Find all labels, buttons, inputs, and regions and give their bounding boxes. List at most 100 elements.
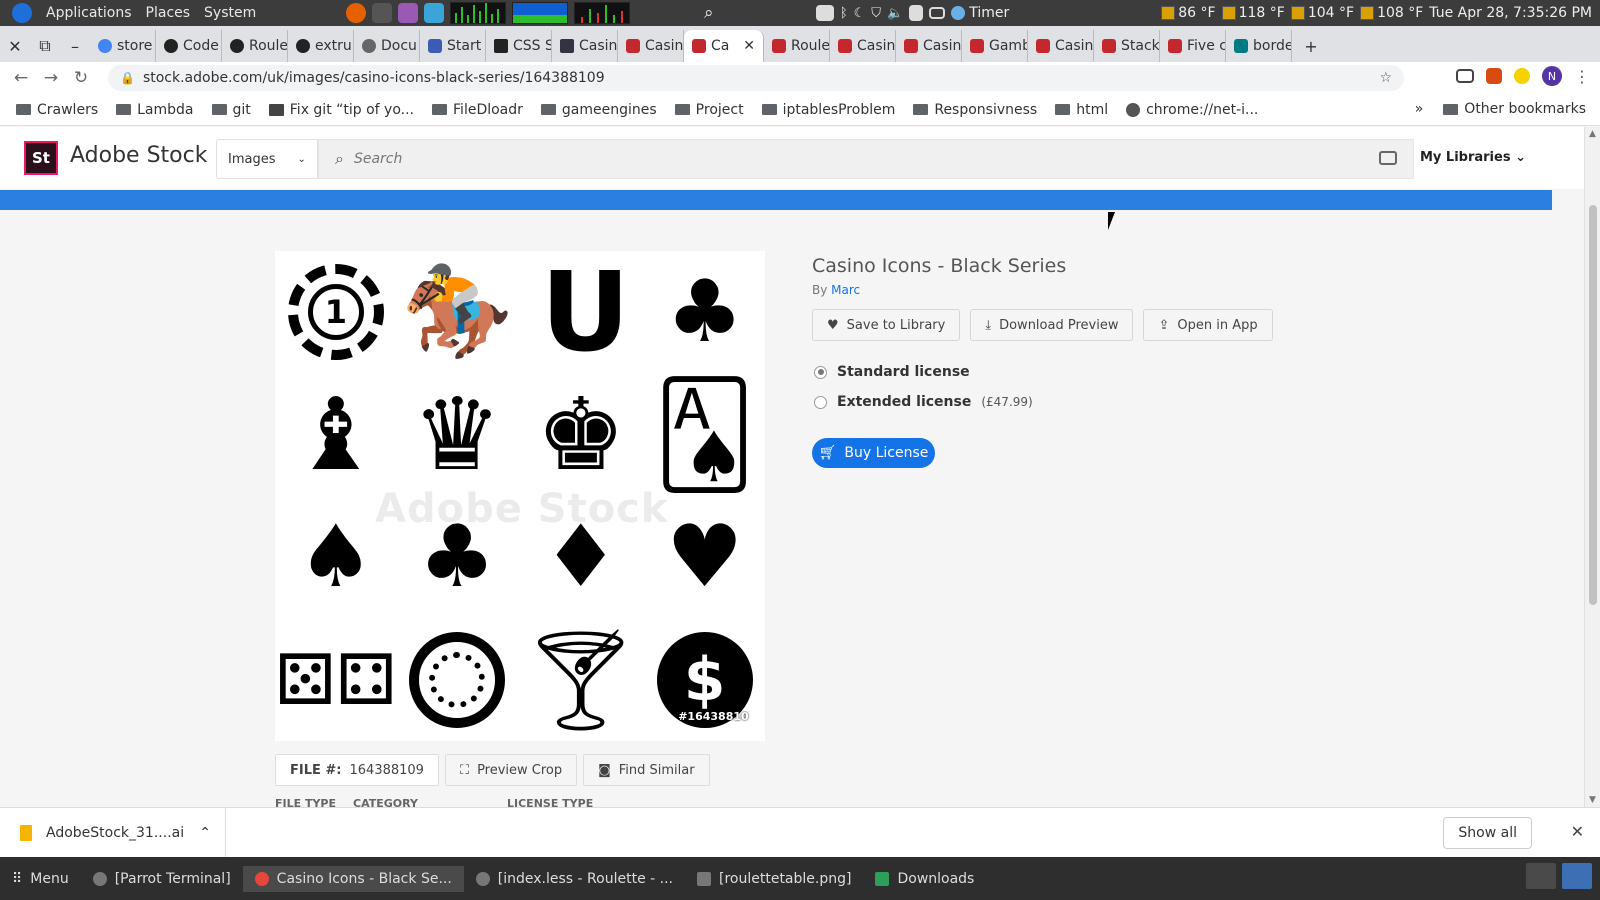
author-link[interactable]: Marc	[831, 283, 860, 297]
night-mode-icon[interactable]: ☾	[854, 6, 866, 21]
bookmarks-overflow[interactable]: »	[1415, 101, 1424, 117]
back-icon[interactable]: ←	[6, 68, 36, 88]
tab[interactable]: Stack	[1094, 30, 1160, 62]
bookmark-folder[interactable]: Project	[674, 102, 744, 118]
url-field[interactable]: 🔒 stock.adobe.com/uk/images/casino-icons…	[108, 65, 1404, 91]
start-menu-button[interactable]: ⠿ Menu	[0, 866, 81, 892]
volume-icon[interactable]: 🔈	[887, 6, 903, 21]
app-purple-icon[interactable]	[398, 3, 419, 23]
scroll-up-icon: ▲	[1589, 129, 1596, 139]
taskbar-item[interactable]: Downloads	[863, 866, 986, 892]
timer-applet[interactable]: Timer	[951, 5, 1009, 21]
close-tab-icon[interactable]: ✕	[743, 38, 755, 54]
other-bookmarks[interactable]: Other bookmarks	[1443, 101, 1586, 117]
close-icon[interactable]: ✕	[1571, 822, 1584, 841]
taskbar-item[interactable]: [Parrot Terminal]	[81, 866, 243, 892]
download-preview-button[interactable]: ⤓ Download Preview	[970, 309, 1134, 341]
network-graph	[574, 2, 631, 24]
camera-icon[interactable]	[1379, 151, 1397, 165]
download-item[interactable]: AdobeStock_31....ai ⌃	[0, 807, 226, 858]
license-extended[interactable]: Extended license (£47.99)	[814, 394, 1033, 410]
tab[interactable]: Start	[420, 30, 486, 62]
tab-active[interactable]: Ca ✕	[684, 30, 764, 62]
screenshot-tray-icon[interactable]	[1526, 863, 1556, 889]
taskbar-item[interactable]: [index.less - Roulette - ...	[464, 866, 685, 892]
license-standard[interactable]: Standard license	[814, 364, 1033, 380]
open-in-app-button[interactable]: ⇪ Open in App	[1143, 309, 1273, 341]
scroll-thumb[interactable]	[1589, 205, 1597, 605]
bookmark-folder[interactable]: Lambda	[116, 102, 194, 118]
asset-type-select[interactable]: Images ⌄	[216, 139, 318, 179]
adobe-stock-logo[interactable]: St	[24, 141, 58, 175]
terminal-icon[interactable]	[372, 3, 393, 23]
profile-avatar[interactable]: N	[1542, 66, 1562, 86]
bookmark-folder[interactable]: FileDloadr	[432, 102, 523, 118]
taskbar-item[interactable]: [roulettetable.png]	[685, 866, 863, 892]
extension-yellow-icon[interactable]	[1514, 68, 1530, 84]
preview-crop-button[interactable]: ⛶ Preview Crop	[444, 754, 578, 786]
bookmark-folder[interactable]: git	[211, 102, 251, 118]
tab[interactable]: Casin	[1028, 30, 1094, 62]
clipboard-icon[interactable]	[909, 5, 924, 21]
brand-name[interactable]: Adobe Stock	[70, 143, 207, 168]
tab[interactable]: Casin	[830, 30, 896, 62]
tab[interactable]: Roule	[222, 30, 288, 62]
tab[interactable]: Casin	[552, 30, 618, 62]
menu-places[interactable]: Places	[146, 5, 191, 21]
tab[interactable]: Docu	[354, 30, 420, 62]
reload-icon[interactable]: ↻	[66, 68, 96, 88]
radio-unselected[interactable]	[814, 395, 827, 409]
app-blue-icon[interactable]	[424, 3, 445, 23]
parrot-logo-icon[interactable]	[12, 3, 32, 23]
menu-applications[interactable]: Applications	[46, 5, 132, 21]
buy-license-button[interactable]: 🛒︎ Buy License	[812, 438, 935, 468]
bookmark-folder[interactable]: gameengines	[540, 102, 657, 118]
find-similar-button[interactable]: ◙ Find Similar	[583, 754, 710, 786]
folder-icon	[761, 104, 777, 115]
tab[interactable]: borde	[1226, 30, 1292, 62]
clock[interactable]: Tue Apr 28, 7:35:26 PM	[1429, 5, 1592, 21]
bookmark-link[interactable]: chrome://net-i...	[1126, 102, 1258, 118]
tab[interactable]: Casin	[618, 30, 684, 62]
browser-menu-icon[interactable]: ⋮	[1574, 67, 1590, 86]
my-libraries-menu[interactable]: My Libraries ⌄	[1420, 150, 1526, 165]
search-icon: ⌕	[335, 149, 344, 168]
tab[interactable]: extru	[288, 30, 354, 62]
search-input[interactable]: ⌕ Search	[318, 139, 1414, 179]
cast-icon[interactable]	[1456, 69, 1474, 83]
minimize-window-icon[interactable]: –	[60, 30, 90, 62]
screenshot-icon[interactable]	[815, 5, 834, 21]
bluetooth-icon[interactable]: ᛒ	[840, 6, 848, 21]
firefox-icon[interactable]	[346, 3, 367, 23]
shield-icon[interactable]: ⛉	[871, 6, 881, 21]
new-tab-button[interactable]: +	[1292, 30, 1330, 62]
tab[interactable]: Casin	[896, 30, 962, 62]
bookmark-folder[interactable]: Crawlers	[16, 102, 98, 118]
tab[interactable]: Roule	[764, 30, 830, 62]
bookmark-folder[interactable]: Responsivness	[913, 102, 1037, 118]
restore-window-icon[interactable]: ⧉	[30, 30, 60, 62]
chrome-tray-icon[interactable]	[1562, 863, 1592, 889]
forward-icon[interactable]: →	[36, 68, 66, 88]
extension-icon[interactable]	[1486, 68, 1502, 84]
tab[interactable]: CSS S	[486, 30, 552, 62]
save-to-library-button[interactable]: ♥ Save to Library	[812, 309, 961, 341]
star-icon[interactable]: ☆	[1379, 70, 1392, 86]
search-icon[interactable]: ⌕	[704, 3, 714, 23]
tab[interactable]: Five c	[1160, 30, 1226, 62]
tab[interactable]: store	[90, 30, 156, 62]
bookmark-folder[interactable]: iptablesProblem	[761, 102, 895, 118]
menu-system[interactable]: System	[204, 5, 256, 21]
bookmark-folder[interactable]: html	[1055, 102, 1108, 118]
show-all-button[interactable]: Show all	[1443, 817, 1532, 849]
page-scrollbar[interactable]: ▲ ▼	[1584, 127, 1600, 807]
tab[interactable]: Gamb	[962, 30, 1028, 62]
tab[interactable]: Code	[156, 30, 222, 62]
radio-selected[interactable]	[814, 365, 827, 379]
close-window-icon[interactable]: ✕	[0, 30, 30, 62]
display-icon[interactable]	[929, 7, 946, 19]
chevron-up-icon[interactable]: ⌃	[199, 825, 211, 841]
asset-preview-image[interactable]: 1 🏇 Ս ♣ ♝ ♛ ♚ 🂡 ♠ ♣ ♦ ♥ ⚄⚃ 🍸︎ $ #16438810…	[275, 251, 765, 741]
bookmark-link[interactable]: Fix git “tip of yo...	[268, 102, 414, 118]
taskbar-item-active[interactable]: Casino Icons - Black Se...	[242, 865, 464, 892]
